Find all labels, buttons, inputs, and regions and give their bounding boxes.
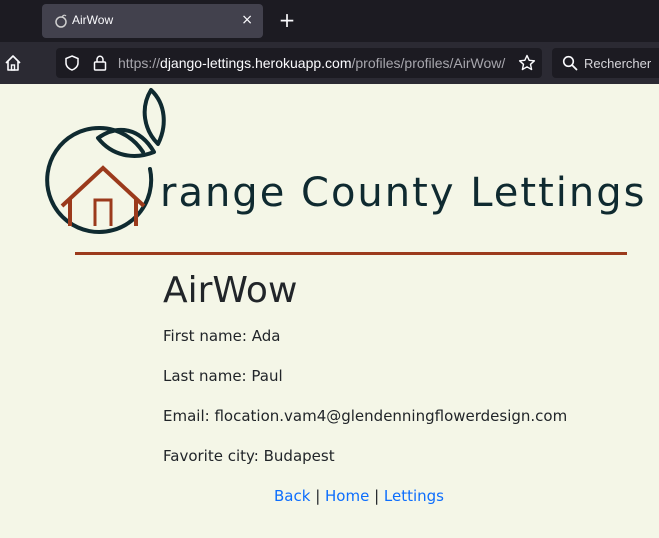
header-divider [75, 252, 627, 255]
page-title: AirWow [163, 270, 298, 311]
first-name-row: First name: Ada [163, 327, 280, 345]
lettings-link[interactable]: Lettings [384, 487, 444, 505]
favorite-city-row: Favorite city: Budapest [163, 447, 335, 465]
favorite-city-value: Budapest [263, 447, 335, 465]
favorite-city-label: Favorite city: [163, 447, 264, 465]
email-row: Email: flocation.vam4@glendenningflowerd… [163, 407, 567, 425]
email-value: flocation.vam4@glendenningflowerdesign.c… [214, 407, 568, 425]
url-prefix: https:// [118, 55, 161, 71]
last-name-value: Paul [251, 367, 283, 385]
search-icon [562, 55, 578, 71]
close-icon[interactable]: × [241, 12, 253, 28]
email-label: Email: [163, 407, 215, 425]
tab-title: AirWow [72, 13, 114, 27]
logo-text[interactable]: range County Lettings [160, 170, 646, 216]
lock-icon[interactable] [93, 55, 107, 71]
orange-favicon-icon [55, 14, 67, 28]
plus-icon[interactable]: + [277, 10, 297, 30]
search-input[interactable]: Rechercher [584, 56, 651, 71]
url-host: django-lettings.herokuapp.com [160, 55, 352, 71]
last-name-label: Last name: [163, 367, 252, 385]
first-name-label: First name: [163, 327, 252, 345]
link-separator: | [369, 487, 384, 505]
tab-airwow[interactable]: AirWow × [42, 4, 263, 38]
home-link[interactable]: Home [325, 487, 369, 505]
orange-logo-icon [45, 88, 166, 234]
back-link[interactable]: Back [274, 487, 310, 505]
link-separator: | [310, 487, 326, 505]
home-icon[interactable] [4, 54, 22, 72]
last-name-row: Last name: Paul [163, 367, 283, 385]
star-icon[interactable] [518, 54, 536, 72]
url-text[interactable]: https://django-lettings.herokuapp.com/pr… [118, 55, 505, 71]
shield-icon[interactable] [64, 55, 80, 71]
footer-nav: Back | Home | Lettings [274, 487, 444, 505]
first-name-value: Ada [251, 327, 281, 345]
url-path: /profiles/profiles/AirWow/ [351, 55, 506, 71]
